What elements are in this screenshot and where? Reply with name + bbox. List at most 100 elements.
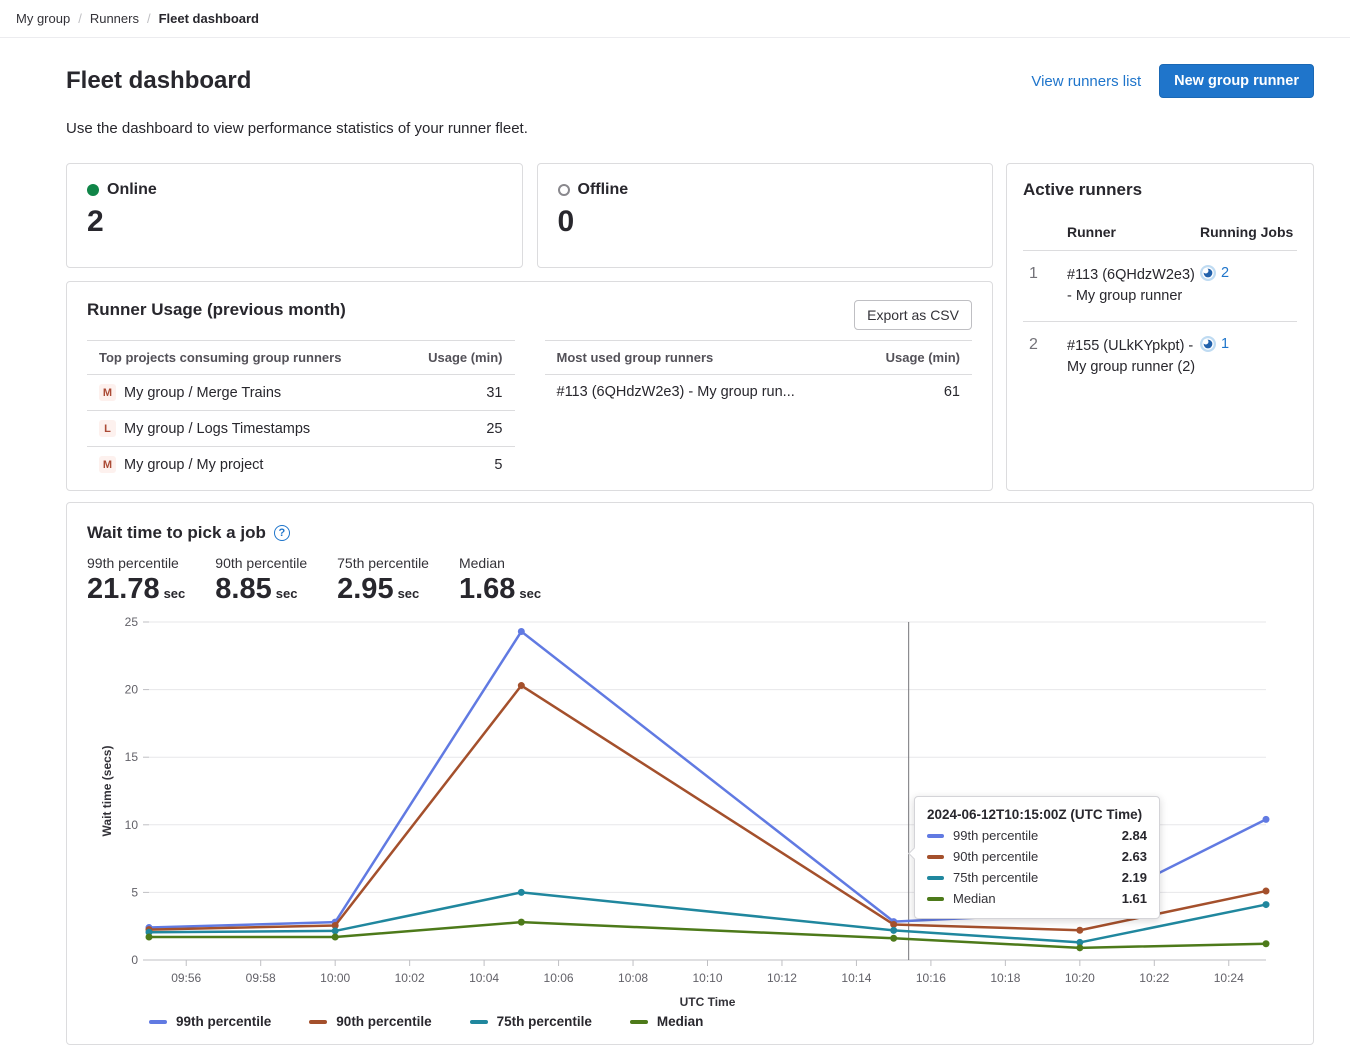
tooltip-row: 75th percentile 2.19 xyxy=(927,870,1147,885)
help-icon[interactable]: ? xyxy=(274,525,290,541)
legend-item-99th[interactable]: 99th percentile xyxy=(149,1014,271,1029)
chart-legend: 99th percentile 90th percentile 75th per… xyxy=(149,1014,1293,1029)
most-used-runners-table: Most used group runners Usage (min) #113… xyxy=(545,340,973,482)
usage-value: 25 xyxy=(486,421,502,437)
svg-text:10:08: 10:08 xyxy=(618,971,648,985)
svg-text:10:14: 10:14 xyxy=(841,971,871,985)
svg-text:09:56: 09:56 xyxy=(171,971,201,985)
project-name: My group / Logs Timestamps xyxy=(124,421,310,437)
legend-item-90th[interactable]: 90th percentile xyxy=(309,1014,431,1029)
online-status-icon xyxy=(87,184,99,196)
breadcrumb-runners[interactable]: Runners xyxy=(90,11,139,26)
project-avatar: L xyxy=(99,420,116,437)
tooltip-row: 99th percentile 2.84 xyxy=(927,828,1147,843)
table-row: 1 #113 (6QHdzW2e3) - My group runner 2 xyxy=(1023,251,1297,321)
svg-text:10:06: 10:06 xyxy=(544,971,574,985)
page-description: Use the dashboard to view performance st… xyxy=(66,120,1314,137)
legend-item-75th[interactable]: 75th percentile xyxy=(470,1014,592,1029)
active-runners-title: Active runners xyxy=(1023,180,1297,200)
project-avatar: M xyxy=(99,384,116,401)
online-label: Online xyxy=(107,181,157,199)
running-jobs-link[interactable]: 1 xyxy=(1200,336,1297,352)
table-row: L My group / Logs Timestamps 25 xyxy=(87,411,515,447)
stat-75th-percentile: 75th percentile 2.95sec xyxy=(337,555,429,606)
column-header: Usage (min) xyxy=(428,350,502,365)
svg-text:5: 5 xyxy=(131,886,138,900)
runner-name: #113 (6QHdzW2e3) - My group runner xyxy=(1067,265,1200,307)
export-csv-button[interactable]: Export as CSV xyxy=(854,300,972,330)
legend-item-median[interactable]: Median xyxy=(630,1014,704,1029)
svg-text:10:20: 10:20 xyxy=(1065,971,1095,985)
offline-card: Offline 0 xyxy=(537,163,994,268)
runner-name: #155 (ULkKYpkpt) - My group runner (2) xyxy=(1067,336,1200,378)
svg-text:10:02: 10:02 xyxy=(395,971,425,985)
series-swatch xyxy=(927,834,944,838)
series-swatch xyxy=(149,1020,167,1024)
svg-text:10: 10 xyxy=(125,818,139,832)
breadcrumb-separator: / xyxy=(147,11,151,26)
chart-tooltip: 2024-06-12T10:15:00Z (UTC Time) 99th per… xyxy=(914,796,1160,919)
column-header: Running Jobs xyxy=(1200,224,1297,240)
rank-number: 1 xyxy=(1023,265,1067,307)
column-header: Most used group runners xyxy=(557,350,714,365)
running-status-icon xyxy=(1200,336,1216,352)
svg-text:15: 15 xyxy=(125,751,139,765)
active-runners-header: Runner Running Jobs xyxy=(1023,220,1297,251)
breadcrumb: My group / Runners / Fleet dashboard xyxy=(0,0,1350,38)
tooltip-title: 2024-06-12T10:15:00Z (UTC Time) xyxy=(927,807,1147,822)
series-swatch xyxy=(927,897,944,901)
offline-status-icon xyxy=(558,184,570,196)
column-header: Runner xyxy=(1067,224,1200,240)
usage-value: 31 xyxy=(486,385,502,401)
view-runners-list-link[interactable]: View runners list xyxy=(1031,73,1141,90)
column-header: Usage (min) xyxy=(886,350,960,365)
main-content: Fleet dashboard View runners list New gr… xyxy=(0,64,1350,1045)
breadcrumb-separator: / xyxy=(78,11,82,26)
usage-value: 61 xyxy=(944,384,960,400)
wait-time-chart[interactable]: 051015202509:5609:5810:0010:0210:0410:06… xyxy=(87,610,1293,1010)
table-row: M My group / Merge Trains 31 xyxy=(87,375,515,411)
stat-median: Median 1.68sec xyxy=(459,555,541,606)
svg-text:10:18: 10:18 xyxy=(990,971,1020,985)
usage-value: 5 xyxy=(494,457,502,473)
running-jobs-count: 2 xyxy=(1221,265,1229,281)
svg-text:10:04: 10:04 xyxy=(469,971,499,985)
breadcrumb-my-group[interactable]: My group xyxy=(16,11,70,26)
online-count: 2 xyxy=(87,207,502,237)
running-status-icon xyxy=(1200,265,1216,281)
stat-99th-percentile: 99th percentile 21.78sec xyxy=(87,555,185,606)
svg-text:Wait time (secs): Wait time (secs) xyxy=(100,746,114,837)
tooltip-row: Median 1.61 xyxy=(927,891,1147,906)
online-card: Online 2 xyxy=(66,163,523,268)
project-name: My group / Merge Trains xyxy=(124,385,281,401)
series-swatch xyxy=(927,855,944,859)
svg-text:20: 20 xyxy=(125,683,139,697)
wait-time-card: Wait time to pick a job ? 99th percentil… xyxy=(66,502,1314,1045)
table-row: #113 (6QHdzW2e3) - My group run... 61 xyxy=(545,375,973,409)
table-row: M My group / My project 5 xyxy=(87,447,515,482)
active-runners-card: Active runners Runner Running Jobs 1 #11… xyxy=(1006,163,1314,491)
runner-usage-card: Runner Usage (previous month) Export as … xyxy=(66,281,993,491)
series-swatch xyxy=(630,1020,648,1024)
stat-90th-percentile: 90th percentile 8.85sec xyxy=(215,555,307,606)
rank-number: 2 xyxy=(1023,336,1067,378)
tooltip-row: 90th percentile 2.63 xyxy=(927,849,1147,864)
series-swatch xyxy=(470,1020,488,1024)
new-group-runner-button[interactable]: New group runner xyxy=(1159,64,1314,98)
runner-usage-title: Runner Usage (previous month) xyxy=(87,300,346,320)
running-jobs-link[interactable]: 2 xyxy=(1200,265,1297,281)
svg-text:09:58: 09:58 xyxy=(246,971,276,985)
breadcrumb-current: Fleet dashboard xyxy=(159,11,259,26)
wait-time-title: Wait time to pick a job xyxy=(87,523,266,543)
svg-text:UTC Time: UTC Time xyxy=(680,995,736,1009)
svg-text:10:22: 10:22 xyxy=(1139,971,1169,985)
offline-label: Offline xyxy=(578,181,629,199)
column-header: Top projects consuming group runners xyxy=(99,350,341,365)
top-projects-table: Top projects consuming group runners Usa… xyxy=(87,340,515,482)
series-swatch xyxy=(309,1020,327,1024)
svg-text:25: 25 xyxy=(125,615,139,629)
svg-text:10:10: 10:10 xyxy=(692,971,722,985)
page-title: Fleet dashboard xyxy=(66,67,251,95)
runner-name: #113 (6QHdzW2e3) - My group run... xyxy=(557,384,795,400)
svg-text:10:00: 10:00 xyxy=(320,971,350,985)
